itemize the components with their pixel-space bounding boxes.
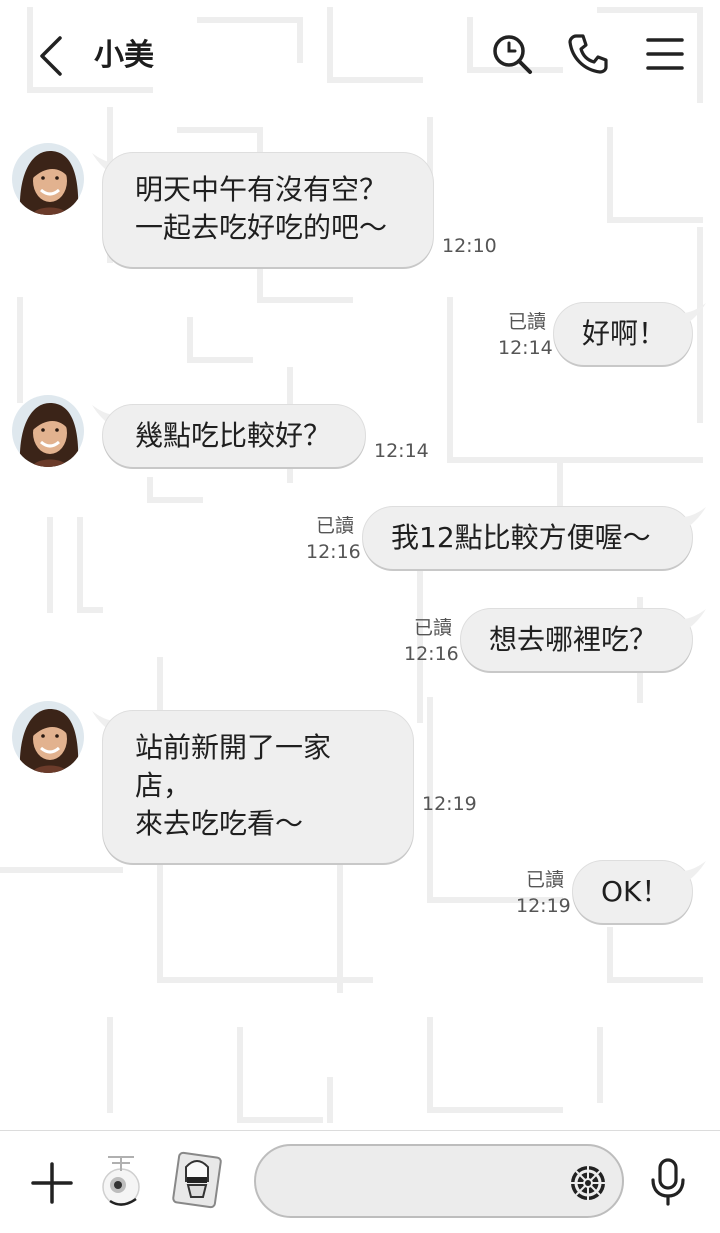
- avatar-image: [12, 143, 84, 215]
- chevron-left-icon: [40, 36, 62, 76]
- read-receipt: 已讀: [413, 617, 452, 639]
- message-bubble-outgoing[interactable]: 想去哪裡吃？: [461, 609, 692, 671]
- plus-icon[interactable]: [30, 1161, 74, 1205]
- menu-button[interactable]: [644, 32, 688, 76]
- message-bubble-incoming[interactable]: 站前新開了一家店， 來去吃吃看～: [103, 711, 413, 863]
- read-receipt: 已讀: [315, 515, 354, 537]
- camera-icon[interactable]: [98, 1151, 144, 1209]
- read-receipt: 已讀: [507, 311, 546, 333]
- message-time: 12:16: [306, 541, 361, 563]
- message-bubble-outgoing[interactable]: 我12點比較方便喔～: [363, 507, 692, 569]
- message-time: 12:19: [516, 895, 571, 917]
- message-bubble-incoming[interactable]: 明天中午有沒有空？ 一起去吃好吃的吧～: [103, 153, 433, 267]
- input-bar: [0, 1130, 720, 1233]
- message-time: 12:10: [442, 235, 497, 257]
- back-button[interactable]: [32, 34, 72, 78]
- read-receipt: 已讀: [525, 869, 564, 891]
- avatar-image: [12, 395, 84, 467]
- chat-title[interactable]: 小美: [94, 34, 154, 78]
- phone-icon: [568, 34, 608, 74]
- bubble-tail: [682, 507, 706, 531]
- bubble-tail: [682, 861, 706, 885]
- message-bubble-outgoing[interactable]: 好啊！: [554, 303, 692, 365]
- contact-avatar[interactable]: [12, 701, 84, 773]
- microphone-icon[interactable]: [648, 1157, 688, 1207]
- bubble-tail: [682, 609, 706, 633]
- avatar-image: [12, 701, 84, 773]
- message-input[interactable]: [254, 1144, 624, 1218]
- chat-header: 小美: [0, 0, 720, 108]
- message-bubble-incoming[interactable]: 幾點吃比較好？: [103, 405, 365, 467]
- call-button[interactable]: [566, 32, 610, 76]
- hamburger-menu-icon: [646, 38, 684, 70]
- message-time: 12:14: [374, 440, 429, 462]
- message-bubble-outgoing[interactable]: OK！: [573, 861, 692, 923]
- message-time: 12:14: [498, 337, 553, 359]
- emblem-icon[interactable]: [569, 1164, 607, 1202]
- contact-avatar[interactable]: [12, 395, 84, 467]
- bubble-tail: [682, 303, 706, 327]
- sticker-icon[interactable]: [170, 1149, 224, 1211]
- search-history-icon: [493, 35, 532, 74]
- search-history-button[interactable]: [490, 32, 534, 76]
- message-time: 12:16: [404, 643, 459, 665]
- contact-avatar[interactable]: [12, 143, 84, 215]
- message-time: 12:19: [422, 793, 477, 815]
